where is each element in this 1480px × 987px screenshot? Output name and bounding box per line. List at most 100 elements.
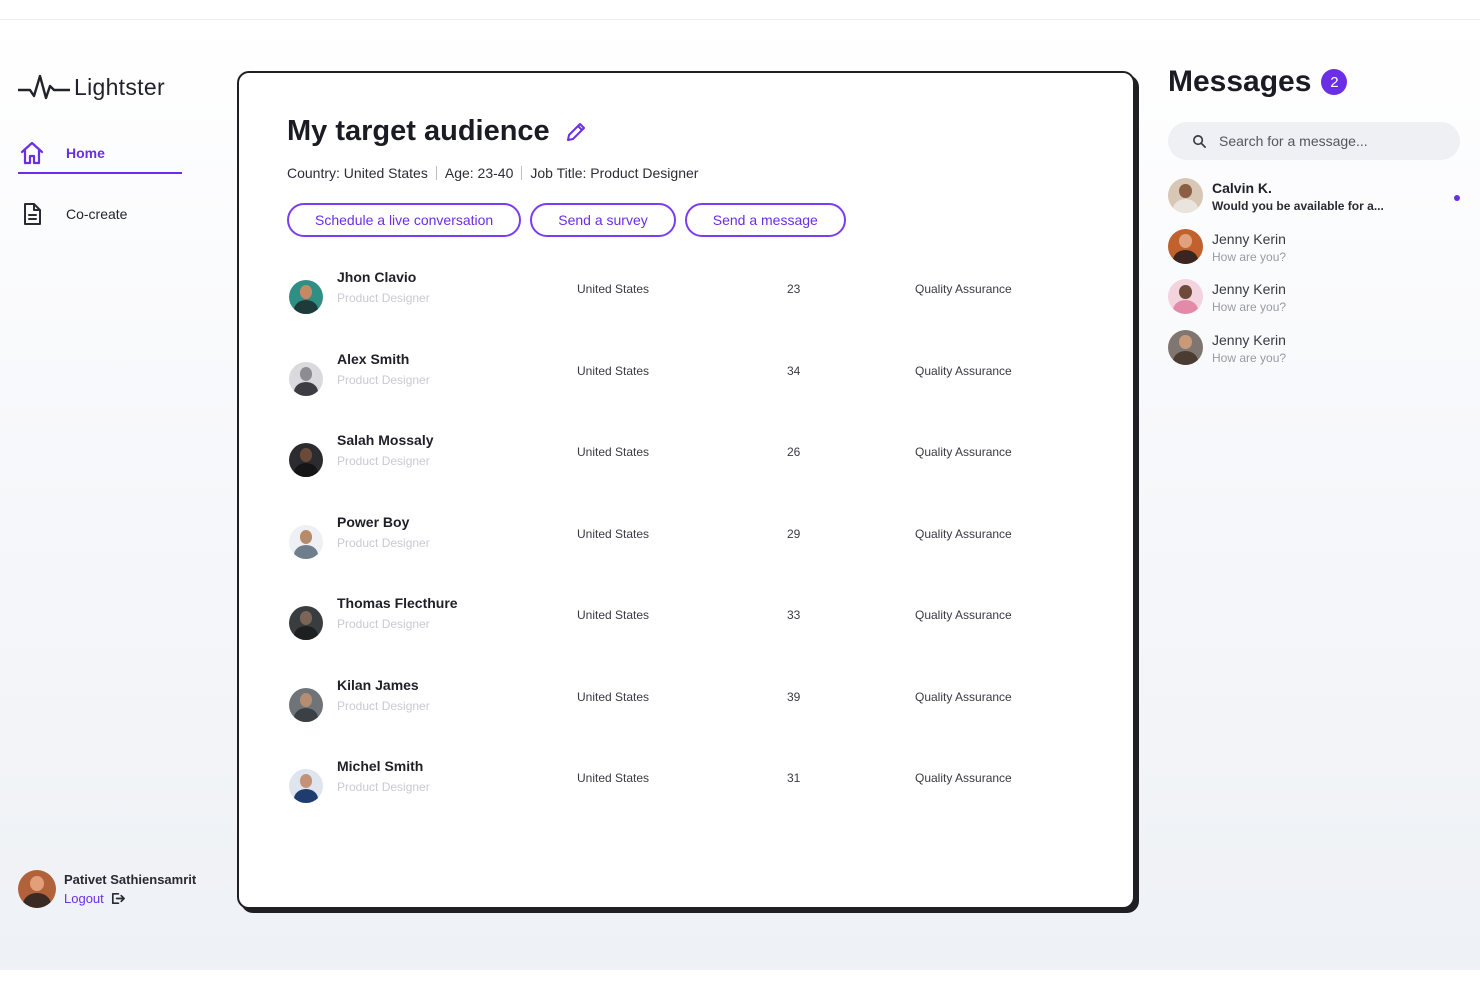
filter-country: Country: United States xyxy=(287,165,428,181)
person-age: 31 xyxy=(787,771,801,785)
edit-pencil-icon[interactable] xyxy=(564,120,588,144)
person-role: Product Designer xyxy=(337,372,430,387)
avatar xyxy=(289,443,323,477)
current-user: Pativet Sathiensamrit Logout xyxy=(18,870,196,908)
person-name: Salah Mossaly xyxy=(337,432,434,448)
person-country: United States xyxy=(577,771,650,785)
avatar xyxy=(1168,178,1203,213)
filter-age: Age: 23-40 xyxy=(444,165,514,181)
person-age: 23 xyxy=(787,282,801,296)
sidebar-item-label: Home xyxy=(66,145,105,161)
avatar xyxy=(1168,228,1203,264)
person-name: Power Boy xyxy=(337,513,410,530)
pulse-logo-icon xyxy=(18,74,70,100)
unread-count-badge: 2 xyxy=(1321,69,1348,95)
unread-dot xyxy=(1454,195,1460,201)
person-age: 26 xyxy=(787,445,801,459)
person-department: Quality Assurance xyxy=(915,608,1012,622)
person-name: Thomas Flecthure xyxy=(337,595,458,611)
person-age: 34 xyxy=(787,363,801,378)
table-row[interactable]: Alex Smith Product Designer United State… xyxy=(287,347,1087,429)
person-age: 29 xyxy=(787,526,801,541)
messages-title: Messages xyxy=(1168,65,1312,98)
person-department: Quality Assurance xyxy=(915,689,1012,704)
brand-logo[interactable]: Lightster xyxy=(18,72,165,102)
message-preview: How are you? xyxy=(1212,300,1287,314)
filter-job-title: Job Title: Product Designer xyxy=(530,165,699,181)
person-role: Product Designer xyxy=(337,780,430,794)
search-icon xyxy=(1193,134,1206,148)
person-role: Product Designer xyxy=(337,617,430,631)
table-row[interactable]: Thomas Flecthure Product Designer United… xyxy=(287,591,1087,673)
brand-name: Lightster xyxy=(74,73,165,100)
avatar[interactable] xyxy=(18,870,56,908)
message-preview: How are you? xyxy=(1212,249,1287,264)
avatar xyxy=(289,524,323,559)
home-icon xyxy=(20,141,44,165)
avatar xyxy=(289,606,323,640)
person-role: Product Designer xyxy=(337,535,430,550)
table-row[interactable]: Kilan James Product Designer United Stat… xyxy=(287,673,1087,755)
sidebar-item-label: Co-create xyxy=(66,206,128,222)
sidebar-item-home[interactable]: Home xyxy=(18,141,182,174)
sidebar-item-co-create[interactable]: Co-create xyxy=(18,200,127,228)
person-name: Kilan James xyxy=(337,676,419,693)
person-name: Jhon Clavio xyxy=(337,269,417,285)
logout-label: Logout xyxy=(64,891,104,906)
table-row[interactable]: Michel Smith Product Designer United Sta… xyxy=(287,754,1087,836)
sender-name: Jenny Kerin xyxy=(1212,230,1286,247)
person-name: Alex Smith xyxy=(337,350,410,367)
table-row[interactable]: Salah Mossaly Product Designer United St… xyxy=(287,428,1087,510)
sender-name: Calvin K. xyxy=(1212,180,1272,196)
audience-filters: Country: United States Age: 23-40 Job Ti… xyxy=(287,165,698,181)
user-name: Pativet Sathiensamrit xyxy=(64,872,197,887)
person-country: United States xyxy=(577,282,650,296)
person-country: United States xyxy=(577,608,650,622)
logout-link[interactable]: Logout xyxy=(64,891,196,906)
person-country: United States xyxy=(577,526,650,541)
message-preview: Would you be available for a... xyxy=(1212,199,1384,213)
person-department: Quality Assurance xyxy=(915,363,1012,378)
person-role: Product Designer xyxy=(337,698,430,713)
avatar xyxy=(289,687,323,722)
list-item[interactable]: Jenny Kerin How are you? xyxy=(1168,328,1468,379)
logout-icon xyxy=(111,892,125,905)
person-country: United States xyxy=(577,363,650,378)
avatar xyxy=(1168,279,1203,314)
sender-name: Jenny Kerin xyxy=(1212,331,1286,348)
person-role: Product Designer xyxy=(337,454,430,468)
person-country: United States xyxy=(577,689,650,704)
sender-name: Jenny Kerin xyxy=(1212,281,1286,297)
list-item[interactable]: Jenny Kerin How are you? xyxy=(1168,277,1468,328)
avatar xyxy=(289,280,323,314)
avatar xyxy=(289,361,323,396)
filter-divider xyxy=(521,166,523,180)
avatar xyxy=(289,769,323,803)
person-country: United States xyxy=(577,445,650,459)
list-item[interactable]: Jenny Kerin How are you? xyxy=(1168,227,1468,278)
person-department: Quality Assurance xyxy=(915,445,1012,459)
filter-divider xyxy=(435,166,437,180)
avatar xyxy=(1168,329,1203,365)
list-item[interactable]: Calvin K. Would you be available for a..… xyxy=(1168,176,1468,227)
person-age: 33 xyxy=(787,608,801,622)
document-icon xyxy=(24,203,41,225)
search-input[interactable] xyxy=(1219,133,1439,149)
person-age: 39 xyxy=(787,689,801,704)
person-department: Quality Assurance xyxy=(915,526,1012,541)
send-survey-button[interactable]: Send a survey xyxy=(530,203,676,237)
audience-card: My target audience Country: United State… xyxy=(237,71,1135,909)
messages-header: Messages 2 xyxy=(1168,65,1348,99)
person-department: Quality Assurance xyxy=(915,282,1012,296)
schedule-live-conversation-button[interactable]: Schedule a live conversation xyxy=(287,203,522,237)
send-message-button[interactable]: Send a message xyxy=(684,203,846,237)
person-role: Product Designer xyxy=(337,291,430,305)
message-search xyxy=(1168,122,1460,160)
table-row[interactable]: Jhon Clavio Product Designer United Stat… xyxy=(287,265,1087,347)
audience-list: Jhon Clavio Product Designer United Stat… xyxy=(287,265,1087,836)
person-name: Michel Smith xyxy=(337,758,424,774)
table-row[interactable]: Power Boy Product Designer United States… xyxy=(287,510,1087,592)
title-row: My target audience xyxy=(287,115,588,148)
app-window: Lightster Home Co-create Pativet Sathien… xyxy=(0,20,1480,970)
action-buttons: Schedule a live conversation Send a surv… xyxy=(287,203,846,237)
